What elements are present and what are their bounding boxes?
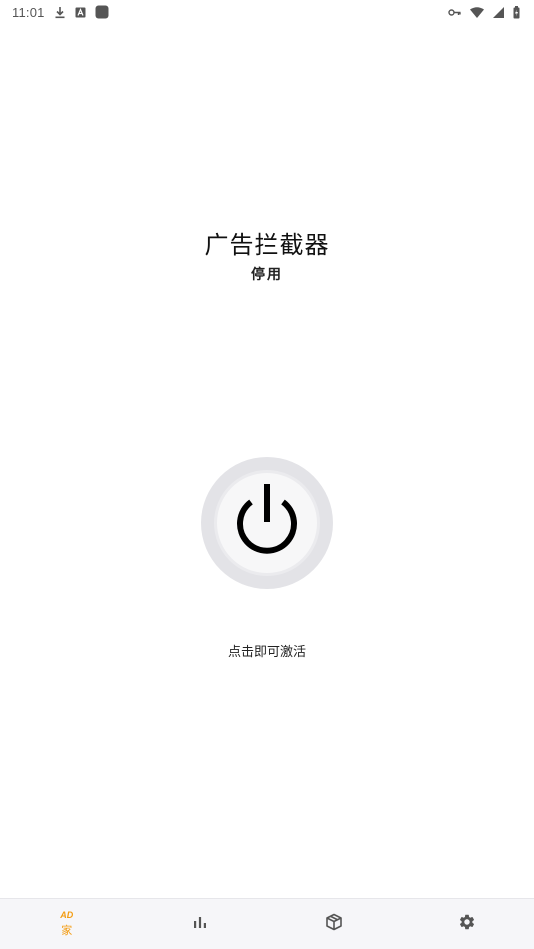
power-icon — [229, 482, 305, 564]
download-icon — [54, 6, 66, 19]
power-button[interactable] — [201, 457, 333, 589]
gear-icon — [458, 913, 476, 935]
status-bar: 11:01 — [0, 0, 534, 24]
status-time: 11:01 — [12, 4, 45, 20]
nav-item-home-label: 家 — [61, 924, 73, 937]
activate-hint: 点击即可激活 — [227, 645, 306, 660]
nav-item-packages[interactable] — [267, 899, 401, 949]
screen: 11:01 广告拦截器 停用 点击即可激活 AD 家 — [0, 0, 534, 949]
status-bar-left: 11:01 — [12, 5, 109, 20]
font-a-icon — [75, 7, 86, 18]
nav-item-home[interactable]: AD 家 — [0, 899, 134, 949]
box-icon — [325, 913, 343, 935]
power-button-inner — [217, 473, 317, 573]
wifi-icon — [470, 6, 484, 18]
app-title: 广告拦截器 — [204, 231, 330, 259]
app-square-icon — [95, 5, 109, 19]
status-bar-right — [448, 5, 520, 19]
blocker-status: 停用 — [251, 267, 283, 283]
vpn-key-icon — [448, 8, 461, 17]
ad-icon: AD — [60, 910, 74, 920]
battery-icon — [513, 5, 520, 19]
bottom-nav: AD 家 — [0, 898, 534, 949]
nav-item-stats[interactable] — [134, 899, 268, 949]
signal-icon — [493, 6, 504, 18]
bar-chart-icon — [192, 914, 208, 934]
nav-item-settings[interactable] — [401, 899, 534, 949]
